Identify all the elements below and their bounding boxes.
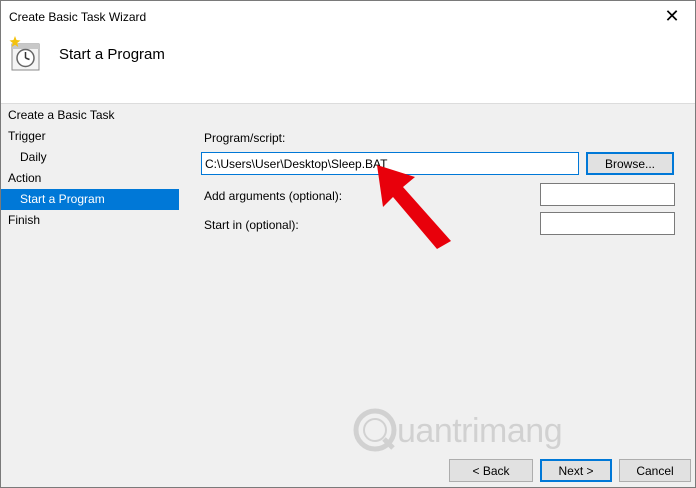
add-arguments-input[interactable] — [540, 183, 675, 206]
program-script-label: Program/script: — [204, 131, 286, 145]
step-start-a-program[interactable]: Start a Program — [1, 189, 179, 210]
step-finish[interactable]: Finish — [1, 210, 179, 231]
back-button[interactable]: < Back — [449, 459, 533, 482]
close-button[interactable]: ✕ — [649, 1, 695, 31]
window-title: Create Basic Task Wizard — [9, 10, 147, 24]
step-trigger[interactable]: Trigger — [1, 126, 179, 147]
wizard-header: Start a Program — [1, 31, 695, 104]
watermark: uantrimang — [353, 406, 603, 456]
start-in-label: Start in (optional): — [204, 218, 299, 232]
red-arrow-annotation — [377, 165, 451, 249]
step-action[interactable]: Action — [1, 168, 179, 189]
cancel-button[interactable]: Cancel — [619, 459, 691, 482]
watermark-text: uantrimang — [397, 412, 563, 450]
program-form: Program/script: Browse... Add arguments … — [201, 105, 691, 445]
task-scheduler-icon — [9, 36, 40, 71]
wizard-window: Create Basic Task Wizard ✕ Start a Progr… — [0, 0, 696, 488]
add-arguments-label: Add arguments (optional): — [204, 189, 343, 203]
close-icon: ✕ — [664, 5, 680, 26]
title-bar: Create Basic Task Wizard ✕ — [1, 1, 695, 31]
watermark-logo-icon — [353, 408, 397, 452]
step-create-basic-task[interactable]: Create a Basic Task — [1, 105, 179, 126]
start-in-input[interactable] — [540, 212, 675, 235]
next-button[interactable]: Next > — [540, 459, 612, 482]
browse-button[interactable]: Browse... — [586, 152, 674, 175]
step-daily[interactable]: Daily — [1, 147, 179, 168]
wizard-steps: Create a Basic Task Trigger Daily Action… — [1, 105, 191, 231]
page-title: Start a Program — [59, 46, 165, 63]
